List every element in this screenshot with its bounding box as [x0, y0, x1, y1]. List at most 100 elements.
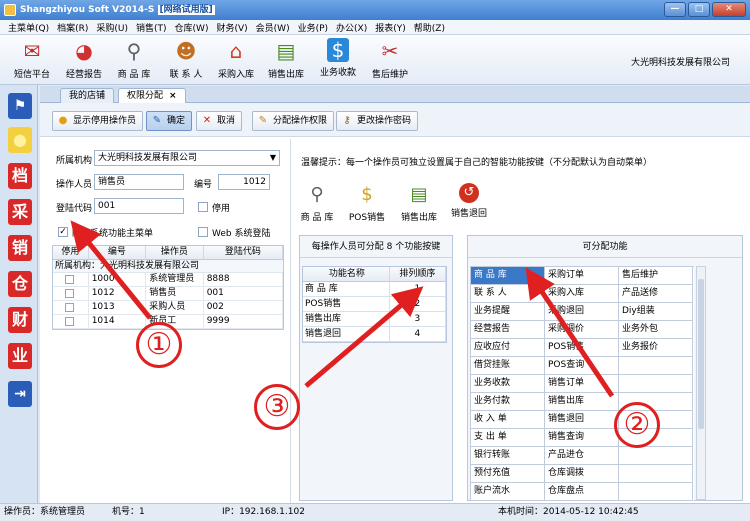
function-cell[interactable]: POS查询: [545, 357, 619, 375]
web-login-checkbox[interactable]: [198, 227, 208, 237]
function-cell[interactable]: 采购退回: [545, 303, 619, 321]
bulb-icon[interactable]: ●: [8, 127, 32, 153]
number-field[interactable]: 1012: [218, 174, 270, 190]
menu-item-main[interactable]: 主菜单(Q): [4, 21, 53, 34]
table-row[interactable]: POS销售 2: [303, 297, 446, 312]
table-row[interactable]: 销售退回 4: [303, 327, 446, 342]
org-select[interactable]: 大光明科技发展有限公司 ▼: [94, 150, 280, 166]
assign-permission-button[interactable]: ✎ 分配操作权限: [252, 111, 335, 131]
group-row[interactable]: 所属机构：大光明科技发展有限公司: [53, 260, 283, 273]
row-disable-checkbox[interactable]: [65, 289, 74, 298]
operator-field[interactable]: 销售员: [94, 174, 184, 190]
flag-icon[interactable]: ⚑: [8, 93, 32, 119]
function-cell[interactable]: 业务提醒: [471, 303, 545, 321]
cell-order[interactable]: 2: [390, 297, 446, 311]
toolbar-sales-out-button[interactable]: ▤ 销售出库: [260, 38, 312, 82]
tab-my-shop[interactable]: 我的店铺: [60, 88, 115, 103]
toolbar-sms-button[interactable]: ✉ 短信平台: [6, 38, 58, 82]
function-cell[interactable]: POS销售: [545, 339, 619, 357]
hide-menu-checkbox[interactable]: ✓: [58, 227, 68, 237]
function-cell[interactable]: 商 品 库: [471, 267, 545, 285]
function-cell[interactable]: 账户流水: [471, 483, 545, 501]
table-row[interactable]: 销售出库 3: [303, 312, 446, 327]
function-cell[interactable]: 产品送修: [619, 285, 693, 303]
menu-item-finance[interactable]: 财务(V): [212, 21, 251, 34]
menu-item-help[interactable]: 帮助(Z): [410, 21, 449, 34]
nav-sales-button[interactable]: 销: [8, 235, 32, 261]
menu-item-office[interactable]: 办公(X): [332, 21, 371, 34]
quick-key-return[interactable]: ↺ 销售退回: [445, 183, 493, 219]
cancel-button[interactable]: ✕ 取消: [196, 111, 243, 131]
nav-finance-button[interactable]: 财: [8, 307, 32, 333]
function-cell[interactable]: 经营报告: [471, 321, 545, 339]
tab-close-icon[interactable]: ×: [169, 91, 177, 101]
function-cell[interactable]: 收 入 单: [471, 411, 545, 429]
nav-warehouse-button[interactable]: 仓: [8, 271, 32, 297]
show-disabled-operators-button[interactable]: ● 显示停用操作员: [52, 111, 144, 131]
toolbar-product-button[interactable]: ⚲ 商 品 库: [108, 38, 160, 82]
function-cell[interactable]: 业务收款: [471, 375, 545, 393]
function-cell[interactable]: 售后维护: [619, 267, 693, 285]
toolbar-purchase-in-button[interactable]: ⌂ 采购入库: [210, 38, 262, 82]
function-cell[interactable]: 销售订单: [545, 375, 619, 393]
vertical-scrollbar[interactable]: [696, 266, 706, 500]
column-header[interactable]: 操作员: [146, 246, 204, 259]
function-cell[interactable]: 支 出 单: [471, 429, 545, 447]
quick-key-pos[interactable]: $ POS销售: [343, 183, 391, 223]
nav-business-button[interactable]: 业: [8, 343, 32, 369]
cell-order[interactable]: 1: [390, 282, 446, 296]
quick-key-sales-out[interactable]: ▤ 销售出库: [395, 183, 443, 223]
row-disable-checkbox[interactable]: [65, 303, 74, 312]
function-cell[interactable]: 销售出库: [545, 393, 619, 411]
tab-permission[interactable]: 权限分配 ×: [118, 88, 186, 103]
function-cell[interactable]: 业务外包: [619, 321, 693, 339]
menu-item-report[interactable]: 报表(Y): [371, 21, 410, 34]
function-cell[interactable]: 仓库调拨: [545, 465, 619, 483]
table-row[interactable]: 1012 销售员 001: [53, 287, 283, 301]
function-cell[interactable]: 产品进仓: [545, 447, 619, 465]
table-row[interactable]: 1000 系统管理员 8888: [53, 273, 283, 287]
column-header[interactable]: 登陆代码: [204, 246, 283, 259]
menu-item-archive[interactable]: 档案(R): [53, 21, 92, 34]
function-cell[interactable]: 业务报价: [619, 339, 693, 357]
function-cell[interactable]: 采购调价: [545, 321, 619, 339]
login-code-field[interactable]: 001: [94, 198, 184, 214]
menu-item-sales[interactable]: 销售(T): [132, 21, 171, 34]
scrollbar-thumb[interactable]: [698, 279, 704, 429]
function-cell[interactable]: 仓库盘点: [545, 483, 619, 501]
function-cell[interactable]: 预付充值: [471, 465, 545, 483]
exit-icon[interactable]: ⇥: [8, 381, 32, 407]
function-cell[interactable]: 销售退回: [545, 411, 619, 429]
function-cell[interactable]: 应收应付: [471, 339, 545, 357]
maximize-button[interactable]: □: [688, 2, 710, 17]
function-cell[interactable]: 业务付款: [471, 393, 545, 411]
toolbar-report-button[interactable]: ◕ 经营报告: [58, 38, 110, 82]
cell-order[interactable]: 3: [390, 312, 446, 326]
column-header[interactable]: 停用: [53, 246, 89, 259]
nav-archive-button[interactable]: 档: [8, 163, 32, 189]
table-row[interactable]: 商 品 库 1: [303, 282, 446, 297]
column-header[interactable]: 编号: [89, 246, 147, 259]
menu-item-warehouse[interactable]: 仓库(W): [171, 21, 213, 34]
disabled-checkbox[interactable]: [198, 202, 208, 212]
menu-item-purchase[interactable]: 采购(U): [92, 21, 132, 34]
function-cell[interactable]: 采购入库: [545, 285, 619, 303]
function-cell[interactable]: 采购订单: [545, 267, 619, 285]
quick-key-product[interactable]: ⚲ 商 品 库: [293, 183, 341, 223]
menu-item-member[interactable]: 会员(W): [252, 21, 294, 34]
function-cell[interactable]: 销售查询: [545, 429, 619, 447]
row-disable-checkbox[interactable]: [65, 317, 74, 326]
function-cell[interactable]: 借贷挂账: [471, 357, 545, 375]
nav-purchase-button[interactable]: 采: [8, 199, 32, 225]
confirm-button[interactable]: ✎ 确定: [146, 111, 193, 131]
function-cell[interactable]: 银行转账: [471, 447, 545, 465]
toolbar-aftersales-button[interactable]: ✂ 售后维护: [364, 38, 416, 82]
change-password-button[interactable]: ⚷ 更改操作密码: [336, 111, 419, 131]
minimize-button[interactable]: —: [664, 2, 686, 17]
cell-order[interactable]: 4: [390, 327, 446, 341]
close-button[interactable]: ✕: [712, 2, 746, 17]
function-cell[interactable]: 联 系 人: [471, 285, 545, 303]
row-disable-checkbox[interactable]: [65, 275, 74, 284]
toolbar-contact-button[interactable]: ☻ 联 系 人: [160, 38, 212, 82]
table-row[interactable]: 1013 采购人员 002: [53, 301, 283, 315]
